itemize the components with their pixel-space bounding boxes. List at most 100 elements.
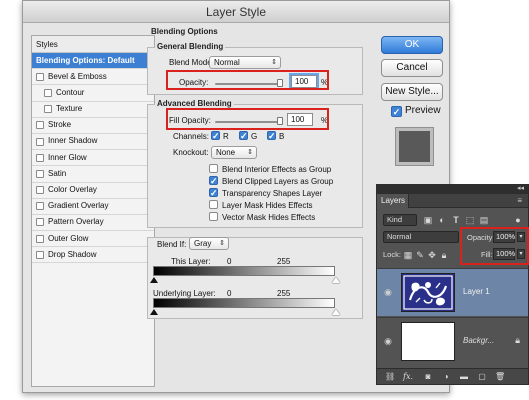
style-checkbox[interactable]: [36, 234, 44, 243]
underlying-layer-black-slider[interactable]: [150, 309, 158, 315]
style-checkbox[interactable]: [36, 169, 44, 178]
underlying-layer-high: 255: [277, 289, 291, 298]
add-mask-icon[interactable]: ◙: [423, 372, 433, 382]
style-item[interactable]: Bevel & Emboss: [32, 69, 154, 86]
adjustment-layer-icon[interactable]: ◑: [441, 372, 451, 382]
smart-object-filter-icon[interactable]: ▤: [479, 215, 489, 225]
new-group-icon[interactable]: ▬: [459, 372, 469, 382]
channel-b-checkbox[interactable]: ✓: [267, 131, 276, 141]
adjustment-filter-icon[interactable]: ◐: [437, 215, 447, 225]
styles-header: Styles: [32, 36, 154, 53]
style-checkbox[interactable]: [36, 72, 44, 81]
channel-g-label: G: [251, 132, 258, 141]
style-checkbox[interactable]: [36, 202, 44, 211]
stepper-arrows-icon: ⇕: [271, 59, 277, 66]
layers-panel: ◂◂ Layers ≡ Kind ▣ ◐ T ⬚ ▤ ● Normal Opac…: [376, 184, 529, 385]
style-item-label: Color Overlay: [48, 185, 97, 194]
lock-image-icon[interactable]: ✎: [415, 250, 425, 260]
layer-name[interactable]: Layer 1: [463, 287, 490, 296]
layer-name[interactable]: Backgr...: [463, 336, 494, 345]
style-checkbox[interactable]: [36, 218, 44, 227]
panel-tabs: Layers ≡: [377, 194, 528, 208]
style-item-label: Drop Shadow: [48, 249, 97, 259]
style-item[interactable]: Color Overlay: [32, 183, 154, 199]
style-checkbox[interactable]: [44, 88, 52, 97]
style-checkbox[interactable]: [36, 186, 44, 195]
blend-if-select[interactable]: Gray ⇕: [189, 237, 229, 250]
new-style-button[interactable]: New Style...: [381, 83, 443, 101]
shape-filter-icon[interactable]: ⬚: [465, 215, 475, 225]
kind-filter-select[interactable]: Kind: [383, 214, 417, 226]
style-item[interactable]: Pattern Overlay: [32, 215, 154, 232]
layer-thumbnail: [401, 273, 455, 312]
tab-layers[interactable]: Layers: [377, 194, 409, 208]
trash-icon[interactable]: 🗑︎: [495, 372, 505, 382]
layer-row-layer-1[interactable]: ◉ Layer 1: [377, 268, 528, 316]
underlying-layer-white-slider[interactable]: [332, 309, 340, 315]
underlying-layer-gradient: [153, 298, 335, 308]
preview-checkbox[interactable]: ✓: [391, 106, 402, 117]
style-checkbox[interactable]: [36, 137, 44, 146]
advanced-option-label: Blend Clipped Layers as Group: [222, 177, 334, 186]
layer-blend-mode-select[interactable]: Normal: [383, 231, 459, 243]
panel-menu-icon[interactable]: ≡: [517, 196, 522, 205]
type-filter-icon[interactable]: T: [451, 215, 461, 225]
general-blending-legend: General Blending: [155, 42, 226, 51]
advanced-option-label: Vector Mask Hides Effects: [222, 213, 316, 222]
style-item[interactable]: Blending Options: Default: [32, 53, 154, 70]
fx-icon[interactable]: fx.: [403, 372, 413, 382]
style-checkbox[interactable]: [36, 121, 44, 130]
ornament-thumbnail-art: [402, 274, 454, 311]
advanced-option-checkbox[interactable]: [209, 200, 218, 209]
advanced-option-label: Transparency Shapes Layer: [222, 189, 323, 198]
lock-position-icon[interactable]: ✥: [427, 250, 437, 260]
advanced-option-checkbox[interactable]: ✓: [209, 188, 218, 198]
style-item[interactable]: Contour: [32, 85, 154, 102]
collapse-icon[interactable]: ◂◂: [517, 184, 524, 192]
filter-toggle-icon[interactable]: ●: [513, 215, 523, 225]
style-item[interactable]: Satin: [32, 166, 154, 183]
channel-g-checkbox[interactable]: ✓: [239, 131, 248, 141]
visibility-eye-icon[interactable]: ◉: [383, 336, 393, 346]
style-checkbox[interactable]: [36, 250, 44, 259]
knockout-label: Knockout:: [173, 148, 209, 157]
cancel-button[interactable]: Cancel: [381, 59, 443, 77]
blend-mode-value: Normal: [214, 58, 240, 67]
new-layer-icon[interactable]: ▢: [477, 372, 487, 382]
kind-filter-value: Kind: [387, 215, 403, 224]
blend-if-label: Blend If:: [157, 240, 187, 249]
this-layer-black-slider[interactable]: [150, 277, 158, 283]
layer-row-background[interactable]: ◉ Backgr... 🔒︎: [377, 317, 528, 365]
style-item[interactable]: Drop Shadow: [32, 247, 154, 264]
style-item[interactable]: Gradient Overlay: [32, 199, 154, 215]
visibility-eye-icon[interactable]: ◉: [383, 287, 393, 297]
dialog-title: Layer Style: [23, 1, 449, 23]
advanced-option-label: Layer Mask Hides Effects: [222, 201, 313, 210]
channel-r-checkbox[interactable]: ✓: [211, 131, 220, 141]
layer-blend-mode-value: Normal: [387, 232, 412, 241]
style-item[interactable]: Texture: [32, 102, 154, 118]
lock-all-icon[interactable]: 🔒︎: [439, 250, 449, 260]
link-layers-icon[interactable]: ⛓: [385, 372, 395, 382]
style-item-label: Gradient Overlay: [48, 201, 109, 211]
pixel-filter-icon[interactable]: ▣: [423, 215, 433, 225]
advanced-option-checkbox[interactable]: [209, 164, 218, 173]
layers-bottom-toolbar: ⛓ fx. ◙ ◑ ▬ ▢ 🗑︎: [377, 368, 528, 384]
advanced-option-checkbox[interactable]: [209, 212, 218, 221]
blend-mode-select[interactable]: Normal ⇕: [209, 56, 281, 69]
style-item[interactable]: Inner Glow: [32, 150, 154, 167]
style-item[interactable]: Stroke: [32, 118, 154, 134]
lock-transparent-icon[interactable]: ▦: [403, 250, 413, 260]
style-item[interactable]: Outer Glow: [32, 231, 154, 248]
style-checkbox[interactable]: [36, 153, 44, 162]
style-item-label: Pattern Overlay: [48, 217, 104, 227]
knockout-select[interactable]: None ⇕: [211, 146, 257, 159]
style-item-label: Contour: [56, 87, 85, 97]
this-layer-white-slider[interactable]: [332, 277, 340, 283]
style-item[interactable]: Inner Shadow: [32, 134, 154, 151]
advanced-option-checkbox[interactable]: ✓: [209, 176, 218, 186]
this-layer-gradient: [153, 266, 335, 276]
ok-button[interactable]: OK: [381, 36, 443, 54]
knockout-value: None: [216, 148, 236, 157]
style-checkbox[interactable]: [44, 105, 52, 114]
